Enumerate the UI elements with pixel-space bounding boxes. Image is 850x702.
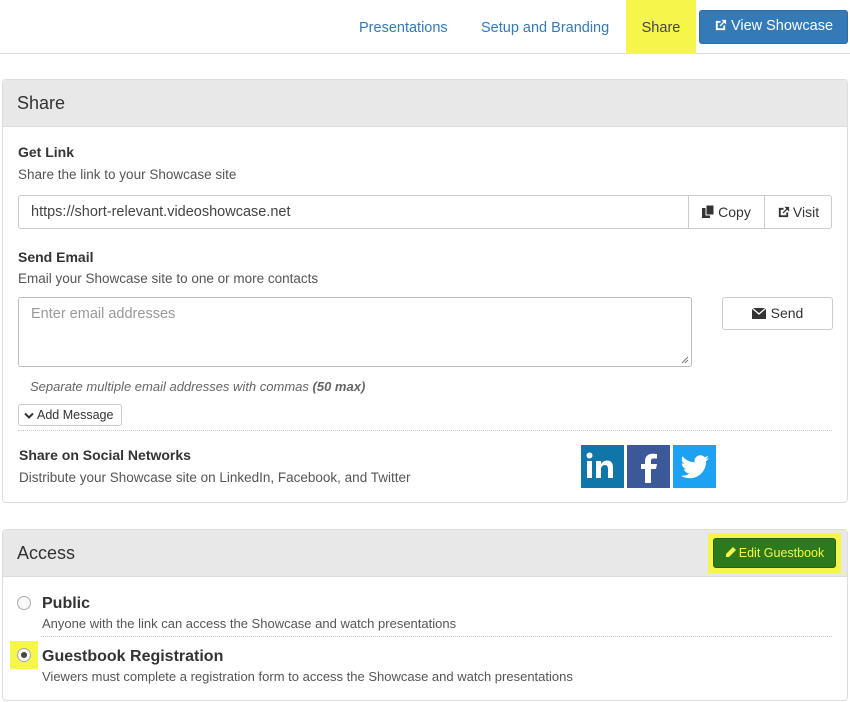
- copy-icon: [702, 204, 715, 218]
- public-option-title: Public: [42, 595, 91, 612]
- divider: [41, 636, 832, 637]
- access-panel: Access Edit Guestbook Public Anyone with…: [2, 529, 848, 701]
- copy-label: Copy: [718, 204, 751, 220]
- social-title: Share on Social Networks: [19, 447, 191, 463]
- link-input-group: https://short-relevant.videoshowcase.net…: [18, 195, 832, 229]
- share-panel-header: Share: [3, 80, 847, 127]
- linkedin-icon[interactable]: [581, 445, 624, 488]
- send-email-title: Send Email: [18, 249, 94, 265]
- get-link-title: Get Link: [18, 144, 75, 160]
- view-showcase-label: View Showcase: [730, 18, 834, 34]
- guestbook-option-title: Guestbook Registration: [42, 648, 224, 665]
- guestbook-radio-highlight: [10, 641, 38, 669]
- guestbook-registration-radio[interactable]: [17, 648, 31, 662]
- envelope-icon: [751, 307, 767, 319]
- nav-setup-and-branding[interactable]: Setup and Branding: [481, 0, 609, 54]
- facebook-icon[interactable]: [627, 445, 670, 488]
- share-panel-title: Share: [17, 93, 66, 113]
- chevron-down-icon: [24, 412, 34, 419]
- external-link-icon: [715, 19, 727, 31]
- visit-label: Visit: [792, 204, 820, 220]
- pencil-icon: [725, 547, 736, 557]
- get-link-desc: Share the link to your Showcase site: [18, 167, 237, 182]
- send-label: Send: [770, 305, 804, 321]
- email-addresses-textarea[interactable]: Enter email addresses: [18, 297, 692, 367]
- add-message-label: Add Message: [37, 408, 114, 422]
- access-panel-title: Access: [17, 543, 76, 563]
- edit-guestbook-button[interactable]: Edit Guestbook: [713, 538, 836, 568]
- edit-guestbook-label: Edit Guestbook: [738, 546, 825, 560]
- twitter-icon[interactable]: [673, 445, 716, 488]
- public-radio[interactable]: [17, 596, 31, 610]
- copy-button[interactable]: Copy: [688, 196, 764, 228]
- nav-share[interactable]: Share: [626, 0, 696, 54]
- nav-presentations[interactable]: Presentations: [359, 0, 448, 54]
- top-nav: Presentations Setup and Branding Share V…: [0, 0, 850, 54]
- share-panel: Share Get Link Share the link to your Sh…: [2, 79, 848, 503]
- divider: [18, 430, 832, 431]
- view-showcase-button[interactable]: View Showcase: [699, 10, 848, 44]
- access-panel-header: Access Edit Guestbook: [3, 530, 847, 577]
- add-message-button[interactable]: Add Message: [18, 404, 122, 426]
- edit-guestbook-highlight: Edit Guestbook: [708, 533, 841, 573]
- email-hint: Separate multiple email addresses with c…: [30, 379, 365, 394]
- email-hint-max: (50 max): [312, 379, 366, 394]
- radio-selected-dot: [21, 652, 27, 658]
- social-desc: Distribute your Showcase site on LinkedI…: [19, 470, 411, 485]
- send-email-desc: Email your Showcase site to one or more …: [18, 271, 319, 286]
- public-option-desc: Anyone with the link can access the Show…: [42, 616, 457, 631]
- external-link-icon: [778, 206, 789, 218]
- email-placeholder: Enter email addresses: [31, 306, 176, 322]
- showcase-link-field[interactable]: https://short-relevant.videoshowcase.net: [31, 204, 291, 220]
- send-button[interactable]: Send: [722, 297, 833, 330]
- visit-button[interactable]: Visit: [764, 196, 831, 228]
- email-hint-text: Separate multiple email addresses with c…: [30, 379, 309, 394]
- resize-grip-icon[interactable]: [681, 356, 689, 364]
- guestbook-option-desc: Viewers must complete a registration for…: [42, 669, 573, 684]
